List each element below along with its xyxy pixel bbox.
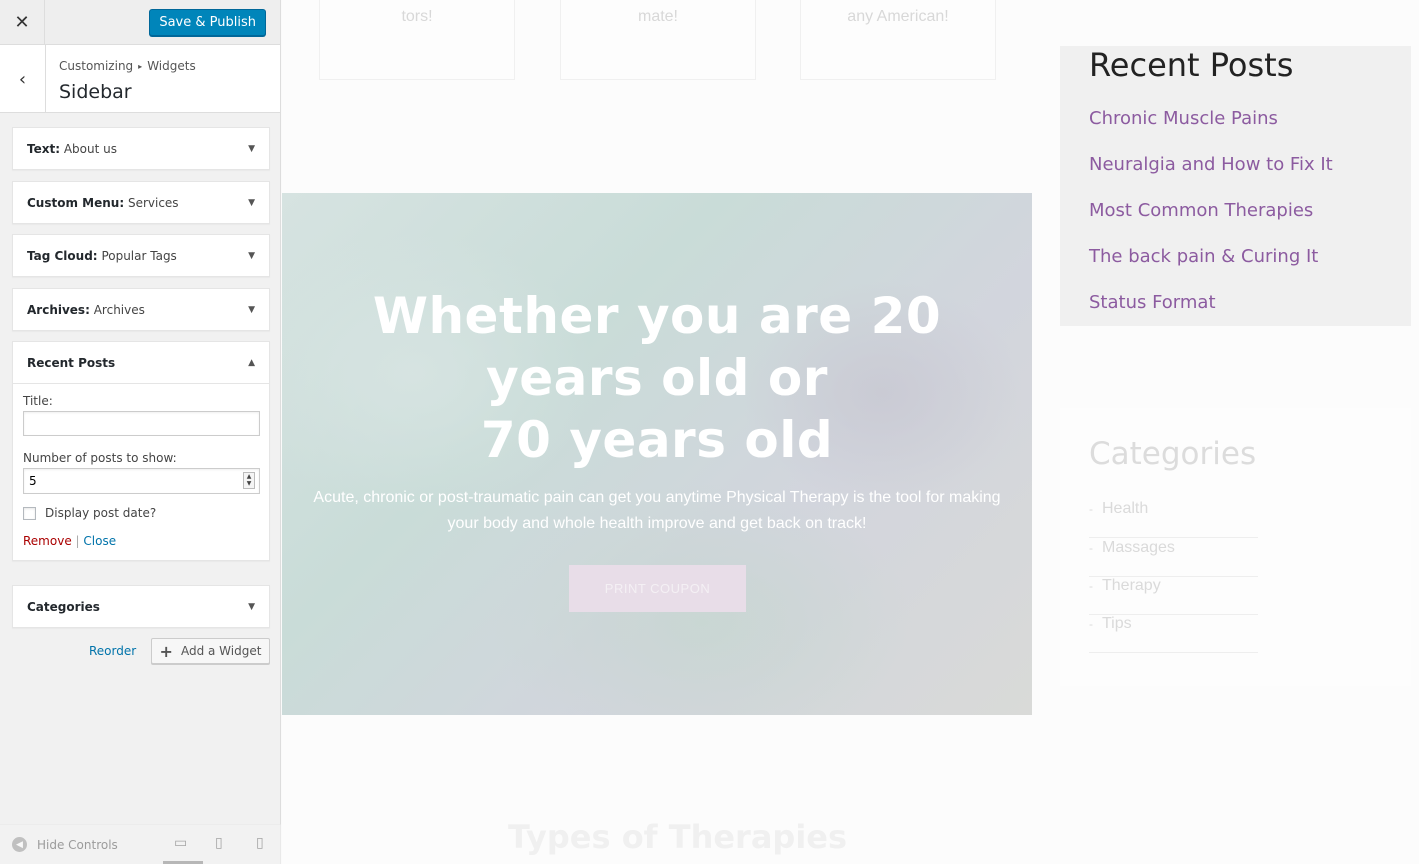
feature-card: tors! xyxy=(319,0,515,80)
expand-arrow-icon[interactable]: ▼ xyxy=(248,198,255,208)
widget-recent-posts: Recent Posts ▲ Title: Number of posts to… xyxy=(12,341,270,561)
remove-link[interactable]: Remove xyxy=(23,534,72,548)
section-title: Sidebar xyxy=(59,81,132,103)
widget-actions: Remove | Close xyxy=(23,534,259,548)
save-publish-button[interactable]: Save & Publish xyxy=(149,9,266,36)
widget-type: Tag Cloud: xyxy=(27,248,98,263)
hero-subtitle: Acute, chronic or post-traumatic pain ca… xyxy=(297,485,1017,537)
expand-arrow-icon[interactable]: ▼ xyxy=(248,602,255,612)
breadcrumb-current: Widgets xyxy=(147,59,196,73)
expand-arrow-icon[interactable]: ▼ xyxy=(248,251,255,261)
widget-header[interactable]: Archives: Archives ▼ xyxy=(13,289,269,330)
collapse-icon: ◀ xyxy=(12,837,27,852)
title-input[interactable] xyxy=(23,411,260,436)
expand-arrow-icon[interactable]: ▼ xyxy=(248,144,255,154)
recent-post-link[interactable]: Status Format xyxy=(1089,292,1216,313)
site-preview: tors! mate! any American! Whether you ar… xyxy=(282,0,1419,864)
number-posts-label: Number of posts to show: xyxy=(23,451,177,465)
recent-post-link[interactable]: Neuralgia and How to Fix It xyxy=(1089,154,1333,175)
category-link[interactable]: - Massages xyxy=(1089,539,1258,577)
hide-controls-button[interactable]: ◀ Hide Controls xyxy=(12,837,118,852)
breadcrumb: Customizing ▸ Widgets xyxy=(59,59,196,73)
widget-form: Title: Number of posts to show: ▲▼ Displ… xyxy=(13,383,269,560)
display-date-label: Display post date? xyxy=(45,506,157,520)
category-label: Massages xyxy=(1102,539,1175,556)
display-date-row: Display post date? xyxy=(23,506,259,520)
collapse-arrow-icon[interactable]: ▲ xyxy=(248,358,255,368)
close-link[interactable]: Close xyxy=(83,534,116,548)
hero-subtitle-line: your body and whole health improve and g… xyxy=(447,515,867,532)
category-link[interactable]: - Tips xyxy=(1089,615,1258,653)
widget-categories: Categories ▼ xyxy=(12,585,270,628)
feature-card: any American! xyxy=(800,0,996,80)
recent-posts-widget: Recent Posts Chronic Muscle Pains Neural… xyxy=(1060,46,1411,326)
number-posts-input[interactable] xyxy=(23,468,260,494)
recent-post-link[interactable]: The back pain & Curing It xyxy=(1089,246,1318,267)
hero-banner: Whether you are 20 years old or 70 years… xyxy=(282,193,1032,715)
back-chevron-icon[interactable]: ‹ xyxy=(0,45,46,113)
actions-divider: | xyxy=(75,534,80,548)
number-posts-stepper: ▲▼ xyxy=(23,468,260,494)
widget-type: Archives: xyxy=(27,302,90,317)
category-label: Therapy xyxy=(1102,577,1161,594)
widget-type: Categories xyxy=(27,599,100,614)
widget-name: Popular Tags xyxy=(101,248,177,263)
widget-header[interactable]: Custom Menu: Services ▼ xyxy=(13,182,269,223)
hero-heading: Whether you are 20 years old or 70 years… xyxy=(282,285,1032,471)
breadcrumb-root: Customizing xyxy=(59,59,134,73)
category-label: Tips xyxy=(1102,615,1132,632)
hero-heading-line: years old or xyxy=(486,349,828,407)
category-link[interactable]: - Health xyxy=(1089,500,1258,538)
widget-name: Services xyxy=(127,195,179,210)
category-dash: - xyxy=(1089,617,1093,631)
desktop-icon[interactable]: ▭ xyxy=(174,835,187,851)
widget-type: Text: xyxy=(27,141,61,156)
plus-icon: + xyxy=(159,641,173,661)
widget-header[interactable]: Recent Posts ▲ xyxy=(13,342,269,383)
title-label: Title: xyxy=(23,394,53,408)
add-widget-button[interactable]: + Add a Widget xyxy=(151,638,270,664)
widget-type: Recent Posts xyxy=(27,355,116,370)
customizer-panel: ✕ Save & Publish ‹ Customizing ▸ Widgets S… xyxy=(0,0,281,864)
category-dash: - xyxy=(1089,579,1093,593)
types-of-therapies-heading: Types of Therapies xyxy=(508,818,848,856)
widget-header[interactable]: Categories ▼ xyxy=(13,586,269,627)
widget-header[interactable]: Text: About us ▼ xyxy=(13,128,269,169)
hero-heading-line: Whether you are 20 xyxy=(372,287,942,345)
widget-tag-cloud: Tag Cloud: Popular Tags ▼ xyxy=(12,234,270,277)
widget-name: Archives xyxy=(93,302,145,317)
category-dash: - xyxy=(1089,541,1093,555)
categories-widget: Categories - Health - Massages - Therapy -T… xyxy=(1060,408,1411,686)
print-coupon-button[interactable]: PRINT COUPON xyxy=(569,565,746,612)
expand-arrow-icon[interactable]: ▼ xyxy=(248,305,255,315)
spinner-icon[interactable]: ▲ ▼ xyxy=(243,472,255,489)
widget-text-about-us: Text: About us ▼ xyxy=(12,127,270,170)
panel-footer: ◀ Hide Controls ▭ ▯ ▯ xyxy=(0,824,281,864)
tablet-icon[interactable]: ▯ xyxy=(215,835,223,851)
breadcrumb-separator: ▸ xyxy=(138,62,143,71)
display-date-checkbox[interactable] xyxy=(23,506,36,520)
widget-header[interactable]: Tag Cloud: Popular Tags ▼ xyxy=(13,235,269,276)
section-header: ‹ Customizing ▸ Widgets Sidebar xyxy=(0,45,280,113)
recent-posts-title: Recent Posts xyxy=(1089,46,1294,84)
reorder-link[interactable]: Reorder xyxy=(89,644,136,658)
recent-post-link[interactable]: Most Common Therapies xyxy=(1089,200,1313,221)
mobile-icon[interactable]: ▯ xyxy=(256,835,264,851)
category-link[interactable]: - Therapy xyxy=(1089,577,1258,615)
categories-title: Categories xyxy=(1089,436,1257,472)
hero-heading-line: 70 years old xyxy=(480,411,834,469)
widget-custom-menu-services: Custom Menu: Services ▼ xyxy=(12,181,270,224)
hero-subtitle-line: Acute, chronic or post-traumatic pain ca… xyxy=(313,489,1001,506)
panel-header: ✕ Save & Publish xyxy=(0,0,280,45)
add-widget-label: Add a Widget xyxy=(180,644,262,658)
hide-controls-label: Hide Controls xyxy=(37,837,118,852)
widget-type: Custom Menu: xyxy=(27,195,125,210)
close-icon[interactable]: ✕ xyxy=(0,0,45,45)
category-label: Health xyxy=(1102,500,1149,517)
category-dash: - xyxy=(1089,502,1093,516)
feature-card: mate! xyxy=(560,0,756,80)
recent-post-link[interactable]: Chronic Muscle Pains xyxy=(1089,108,1278,129)
widget-name: About us xyxy=(63,141,117,156)
widget-archives: Archives: Archives ▼ xyxy=(12,288,270,331)
